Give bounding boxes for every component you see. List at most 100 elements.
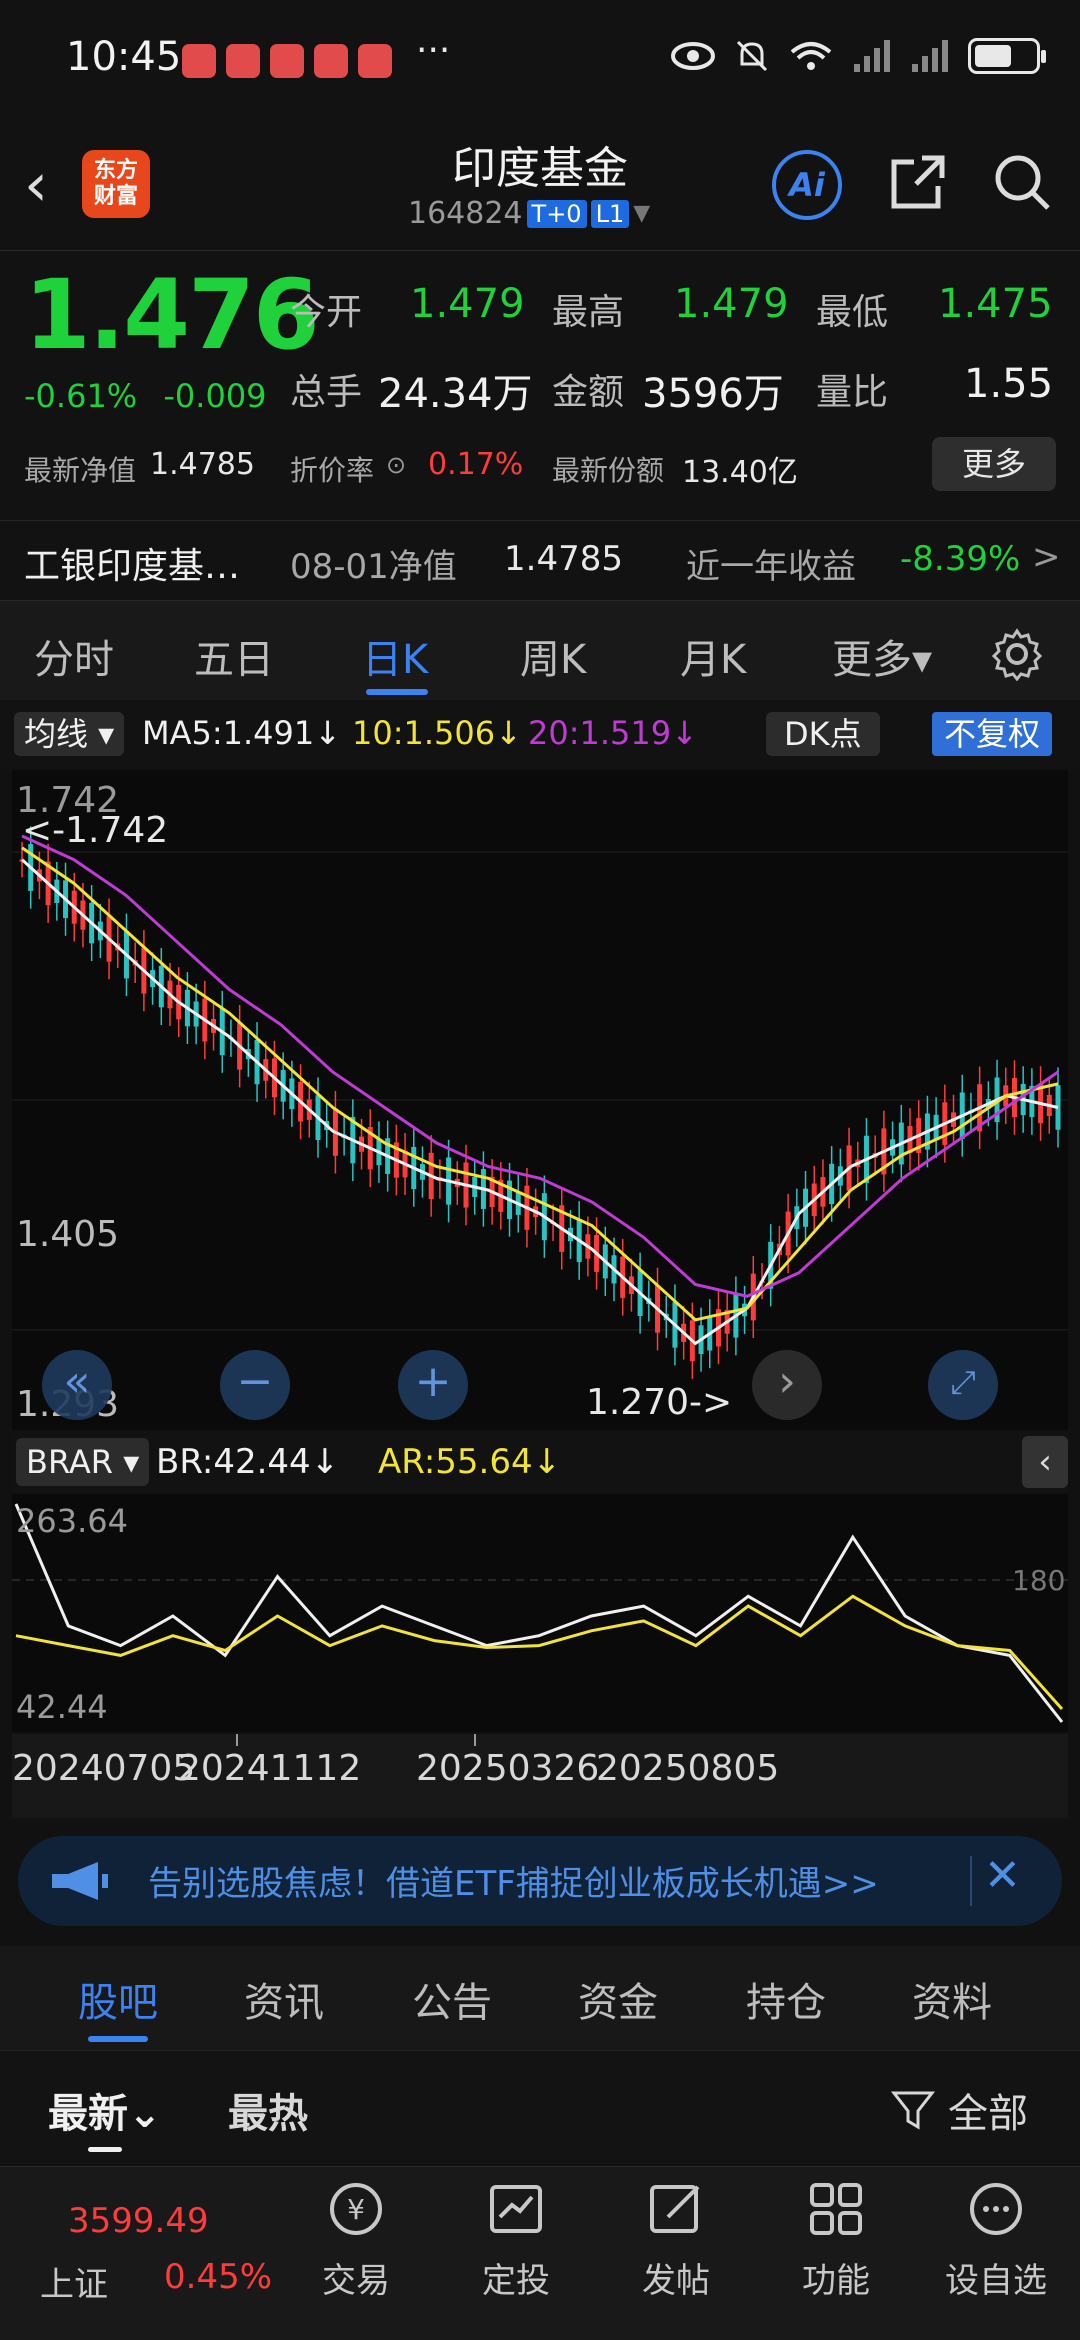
discount-value: 0.17% <box>428 447 524 482</box>
feed-sort-bar: 最新⌄ 最热 全部 <box>0 2050 1080 2164</box>
kline-chart[interactable]: 1.742 <-1.742 1.405 1.293 1.270-> « − + … <box>12 770 1068 1430</box>
nav-post[interactable]: 发帖 <box>616 2177 736 2302</box>
share-icon[interactable] <box>886 150 950 214</box>
collapse-icon[interactable]: ‹ <box>1022 1436 1068 1488</box>
amount-value: 3596万 <box>642 371 784 417</box>
battery-icon <box>968 38 1046 74</box>
yearly-value: -8.39% <box>900 539 1021 579</box>
nav-value: 1.4785 <box>150 447 255 482</box>
tab-daily-k[interactable]: 日K <box>362 627 428 685</box>
eye-icon <box>671 42 715 70</box>
tab-guba[interactable]: 股吧 <box>78 1970 158 2028</box>
dk-button[interactable]: DK点 <box>766 712 880 756</box>
tab-announcements[interactable]: 公告 <box>412 1970 492 2028</box>
nav-functions[interactable]: 功能 <box>776 2177 896 2302</box>
chart-min-marker: 1.270-> <box>586 1382 733 1423</box>
tab-more[interactable]: 更多▾ <box>832 627 932 685</box>
indicator-bar: 均线 ▾ MA5:1.491↓ 10:1.506↓ 20:1.519↓ DK点 … <box>0 700 1080 768</box>
more-button[interactable]: 更多 <box>932 437 1056 491</box>
sub-indicator-bar: BRAR ▾ BR:42.44↓ AR:55.64↓ ‹ <box>12 1432 1068 1492</box>
mute-icon <box>736 40 768 72</box>
signal-icon <box>854 40 890 72</box>
chevron-down-icon: ▼ <box>633 201 651 226</box>
tab-five-day[interactable]: 五日 <box>194 627 274 685</box>
divider <box>970 1856 972 1906</box>
sort-latest[interactable]: 最新⌄ <box>48 2081 162 2139</box>
ar-value: AR:55.64↓ <box>378 1442 562 1482</box>
nav-trade[interactable]: ¥ 交易 <box>296 2177 416 2302</box>
yearly-label: 近一年收益 <box>686 547 856 587</box>
close-icon[interactable]: ✕ <box>984 1850 1021 1901</box>
adjustment-button[interactable]: 不复权 <box>932 712 1053 756</box>
chart-max-marker: <-1.742 <box>22 810 169 851</box>
filter-all[interactable]: 全部 <box>948 2081 1028 2139</box>
banner-text: 告别选股焦虑！借道ETF捕捉创业板成长机遇>> <box>148 1864 879 1904</box>
sub-bottom-label: 42.44 <box>16 1688 108 1726</box>
brar-line-AR <box>15 1594 1064 1710</box>
nav-label: 最新净值 <box>24 454 137 487</box>
change-abs: -0.009 <box>163 377 267 415</box>
zoom-out-icon[interactable]: − <box>220 1350 290 1420</box>
tab-monthly-k[interactable]: 月K <box>680 627 746 685</box>
tab-weekly-k[interactable]: 周K <box>520 627 586 685</box>
chevron-right-icon: > <box>1032 537 1061 577</box>
brar-chart[interactable]: 263.64 180 42.44 <box>12 1494 1068 1732</box>
nav-date-label: 08-01净值 <box>290 547 457 587</box>
tab-profile[interactable]: 资料 <box>912 1970 992 2028</box>
index-value: 3599.49 <box>68 2201 209 2241</box>
ma-line-10 <box>21 846 1059 1322</box>
change-pct: -0.61% <box>24 377 138 415</box>
brar-line-BR <box>14 1503 1064 1723</box>
notification-icon <box>270 44 304 78</box>
volume-value: 24.34万 <box>378 371 533 417</box>
active-tab-indicator <box>88 2036 148 2042</box>
nav-label: 发帖 <box>642 2261 710 2301</box>
discount-label: 折价率 <box>290 454 375 487</box>
scroll-left-icon[interactable]: « <box>42 1350 112 1420</box>
ma-select[interactable]: 均线 ▾ <box>14 712 125 756</box>
bottom-nav: 3599.49 上证 0.45% ¥ 交易 定投 发帖 功能 设自选 <box>0 2166 1080 2340</box>
active-tab-indicator <box>366 689 428 695</box>
fund-code-row[interactable]: 164824 T+0 L1 ▼ <box>408 196 650 231</box>
status-icons <box>670 38 1046 74</box>
grid-icon <box>810 2183 862 2235</box>
filter-icon[interactable] <box>890 2087 936 2133</box>
more-dots-icon[interactable]: ⊙ <box>386 451 406 479</box>
brar-select[interactable]: BRAR ▾ <box>16 1438 150 1486</box>
promo-banner[interactable]: 告别选股焦虑！借道ETF捕捉创业板成长机遇>> ✕ <box>18 1836 1062 1926</box>
ma10-value: 10:1.506↓ <box>352 714 522 752</box>
ai-button[interactable]: Ai <box>772 150 842 220</box>
sub-top-label: 263.64 <box>16 1502 128 1540</box>
fund-info-row[interactable]: 工银印度基… 08-01净值 1.4785 近一年收益 -8.39% > <box>0 520 1080 600</box>
content-tabs: 股吧 资讯 公告 资金 持仓 资料 <box>0 1946 1080 2050</box>
status-time: 10:45 <box>66 34 182 80</box>
tag-l1: L1 <box>590 199 630 228</box>
zoom-in-icon[interactable]: + <box>398 1350 468 1420</box>
signal-icon <box>912 40 948 72</box>
tab-funds[interactable]: 资金 <box>578 1970 658 2028</box>
low-label: 最低 <box>816 292 889 333</box>
more-circle-icon <box>970 2183 1022 2235</box>
notification-icon <box>358 44 392 78</box>
vol-ratio-value: 1.55 <box>964 361 1054 407</box>
fund-code: 164824 <box>408 196 523 231</box>
shares-label: 最新份额 <box>552 454 665 487</box>
tick-mark <box>474 1734 476 1746</box>
tab-news[interactable]: 资讯 <box>244 1970 324 2028</box>
date-label: 20241112 <box>178 1748 362 1789</box>
fullscreen-icon[interactable]: ⤢ <box>928 1350 998 1420</box>
chevron-right-icon[interactable]: › <box>752 1350 822 1420</box>
gear-icon[interactable] <box>990 627 1044 681</box>
quote-panel: 1.476 -0.61% -0.009 今开 1.479 最高 1.479 最低… <box>0 250 1080 520</box>
date-label: 20240705 <box>12 1748 196 1789</box>
index-change: 0.45% <box>164 2257 273 2297</box>
search-icon[interactable] <box>990 150 1054 214</box>
tag-t0: T+0 <box>526 199 587 228</box>
sort-hot[interactable]: 最热 <box>228 2081 308 2139</box>
ma-line-MA5 <box>20 858 1059 1346</box>
nav-add-watchlist[interactable]: 设自选 <box>936 2177 1056 2302</box>
open-value: 1.479 <box>410 281 525 327</box>
nav-invest-plan[interactable]: 定投 <box>456 2177 576 2302</box>
tab-holdings[interactable]: 持仓 <box>746 1970 826 2028</box>
tab-intraday[interactable]: 分时 <box>34 627 114 685</box>
